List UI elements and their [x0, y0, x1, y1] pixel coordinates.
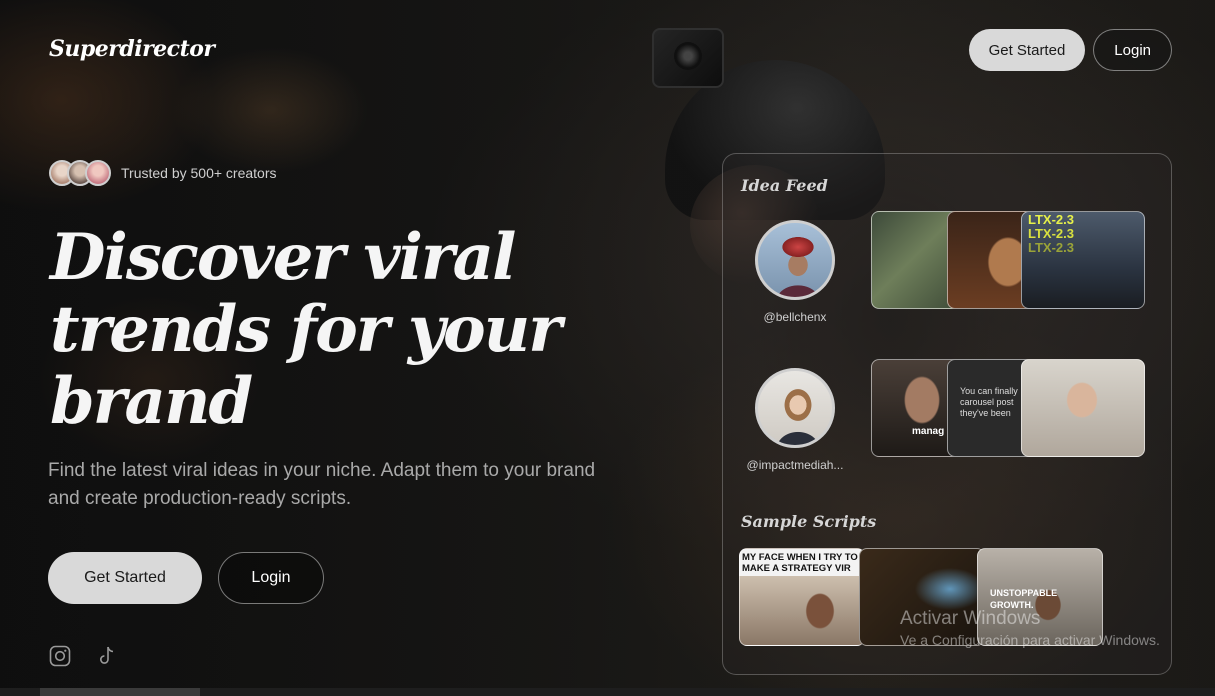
brand-logo[interactable]: Superdirector: [49, 36, 215, 62]
trusted-badge: Trusted by 500+ creators: [49, 160, 277, 186]
creator-card[interactable]: @impactmediah...: [740, 368, 850, 472]
creator-avatar: [755, 368, 835, 448]
taskbar: [0, 688, 1215, 696]
hero-get-started-button[interactable]: Get Started: [48, 552, 202, 604]
script-thumbnail[interactable]: MY FACE WHEN I TRY TO MAKE A STRATEGY VI…: [739, 548, 865, 646]
taskbar-tab[interactable]: [40, 688, 200, 696]
video-thumbnail[interactable]: [1021, 359, 1145, 457]
hero-headline: Discover viral trends for your brand: [50, 220, 562, 439]
preview-panel: Idea Feed @bellchenx LTX-2.3 LTX-2.3 LTX…: [722, 153, 1172, 675]
header-actions: Get Started Login: [968, 29, 1172, 71]
idea-feed-title: Idea Feed: [741, 176, 828, 195]
creator-avatar: [755, 220, 835, 300]
tiktok-icon[interactable]: [97, 645, 117, 667]
header-get-started-button[interactable]: Get Started: [968, 29, 1086, 71]
hero-subtitle: Find the latest viral ideas in your nich…: [48, 460, 596, 509]
creator-thumbnails: manag You can finally carousel post they…: [871, 359, 1147, 457]
hero-actions: Get Started Login: [48, 552, 324, 604]
sample-scripts-title: Sample Scripts: [741, 512, 877, 531]
creator-handle: @impactmediah...: [746, 458, 844, 472]
trusted-text: Trusted by 500+ creators: [121, 165, 277, 181]
header-login-button[interactable]: Login: [1093, 29, 1172, 71]
social-links: [49, 645, 117, 667]
windows-activation-watermark: Activar Windows Ve a Configuración para …: [900, 608, 1160, 648]
avatar: [85, 160, 111, 186]
creator-handle: @bellchenx: [763, 310, 827, 324]
creator-avatars: [49, 160, 111, 186]
creator-card[interactable]: @bellchenx: [740, 220, 850, 324]
video-thumbnail[interactable]: LTX-2.3 LTX-2.3 LTX-2.3: [1021, 211, 1145, 309]
instagram-icon[interactable]: [49, 645, 71, 667]
creator-thumbnails: LTX-2.3 LTX-2.3 LTX-2.3: [871, 211, 1147, 309]
hero-login-button[interactable]: Login: [218, 552, 324, 604]
